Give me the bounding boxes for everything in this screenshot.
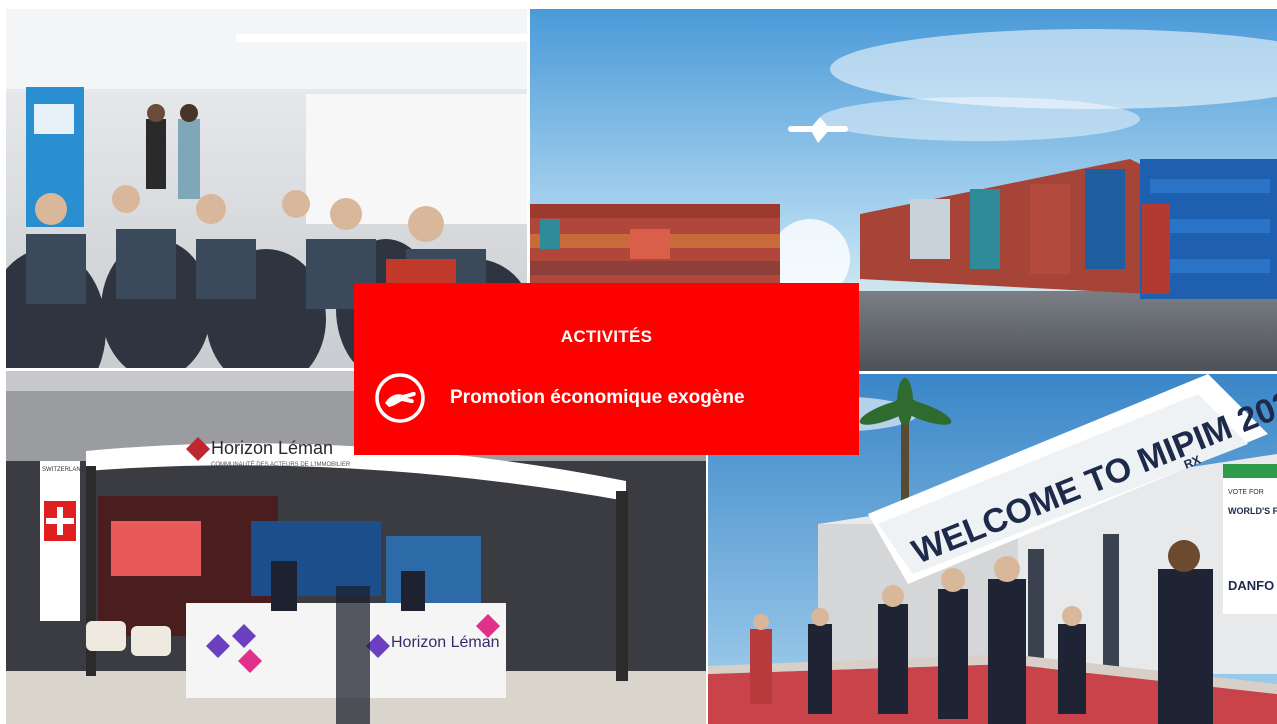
booth-country-banner: SWITZERLAND [42, 467, 86, 473]
side-sign-top: VOTE FOR [1228, 489, 1264, 496]
side-sign-name: DANFO [1228, 578, 1274, 593]
counter-brand: Horizon Léman [391, 634, 500, 651]
booth-sign-tagline: COMMUNAUTÉ DES ACTEURS DE L'IMMOBILIER [211, 461, 351, 468]
hand-circle-icon [375, 373, 425, 423]
activities-overlay: ACTIVITÉS Promotion économique exogène [354, 283, 859, 455]
overlay-subtitle: Promotion économique exogène [450, 387, 745, 408]
overlay-title: ACTIVITÉS [560, 327, 653, 346]
booth-sign-brand: Horizon Léman [211, 438, 333, 458]
side-sign-main: WORLD'S FIRST [1228, 506, 1277, 516]
